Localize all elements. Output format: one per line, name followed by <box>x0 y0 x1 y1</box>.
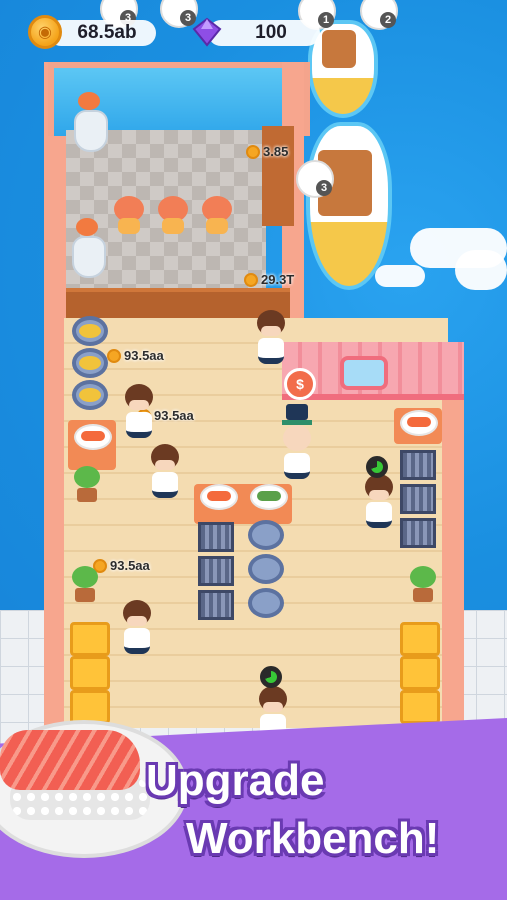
potted-plant <box>72 566 98 602</box>
sea-foam <box>375 265 425 287</box>
dish-rack[interactable] <box>400 450 436 480</box>
coin-icon: ◉ <box>28 15 62 49</box>
vase-icon <box>74 110 108 152</box>
purple-gem-icon <box>192 17 222 47</box>
money-label-station[interactable]: 93.5aa <box>93 558 150 573</box>
banner-line-2: Workbench! <box>186 814 440 863</box>
chef[interactable] <box>150 444 180 498</box>
dish-rack[interactable] <box>198 590 234 620</box>
dish-rack[interactable] <box>400 518 436 548</box>
supply-crate[interactable] <box>70 622 110 656</box>
soup-pot-station[interactable] <box>72 348 108 378</box>
window <box>340 356 388 390</box>
supply-crate[interactable] <box>400 656 440 690</box>
waiter[interactable] <box>256 310 286 364</box>
coin-counter: 68.5ab <box>48 20 156 46</box>
soup-pot-station[interactable] <box>72 316 108 346</box>
progress-ring <box>260 666 282 688</box>
top-hat-icon <box>286 404 308 420</box>
chef[interactable] <box>258 686 288 740</box>
right-wall <box>442 342 464 742</box>
serving-counter-side[interactable] <box>262 126 294 226</box>
potted-plant <box>410 566 436 602</box>
gem-counter: 100 <box>208 20 320 46</box>
order-bubble[interactable]: 3 <box>296 160 334 198</box>
flower-icon <box>78 92 100 110</box>
manager[interactable] <box>282 404 312 479</box>
boat-deck <box>322 30 356 68</box>
sushi-plate <box>200 484 238 510</box>
chef[interactable] <box>364 474 394 528</box>
vase-icon <box>72 236 106 278</box>
customer[interactable] <box>158 196 188 236</box>
progress-ring <box>366 456 388 478</box>
dish-rack[interactable] <box>198 556 234 586</box>
sushi-plate <box>74 424 112 450</box>
money-label-counter[interactable]: 29.3T <box>244 272 294 287</box>
customer[interactable] <box>202 196 232 236</box>
supply-crate[interactable] <box>400 622 440 656</box>
money-label-station[interactable]: 93.5aa <box>107 348 164 363</box>
supply-crate[interactable] <box>70 656 110 690</box>
rice-cooker[interactable] <box>248 554 284 584</box>
rice-cooker[interactable] <box>248 588 284 618</box>
supply-crate[interactable] <box>70 690 110 724</box>
coin-icon <box>246 144 260 159</box>
cash-bubble[interactable]: $ <box>284 368 316 400</box>
flower-vase-bottom <box>72 218 106 278</box>
chef[interactable] <box>122 600 152 654</box>
soup-pot-station[interactable] <box>72 380 108 410</box>
flower-icon <box>76 218 98 236</box>
potted-plant <box>74 466 100 502</box>
customer[interactable] <box>114 196 144 236</box>
money-label-dining[interactable]: 3.85 <box>246 144 288 159</box>
sushi-plate <box>250 484 288 510</box>
dish-rack[interactable] <box>198 522 234 552</box>
sushi-plate <box>400 410 438 436</box>
chef[interactable] <box>124 384 154 438</box>
tuna-sushi-icon <box>0 730 140 790</box>
coin-icon <box>244 272 258 287</box>
rice-cooker[interactable] <box>248 520 284 550</box>
sea-foam <box>455 250 507 290</box>
supply-crate[interactable] <box>400 690 440 724</box>
banner-line-1: Upgrade <box>146 756 325 805</box>
coin-icon <box>107 348 121 363</box>
flower-vase-top <box>74 92 108 152</box>
dish-rack[interactable] <box>400 484 436 514</box>
